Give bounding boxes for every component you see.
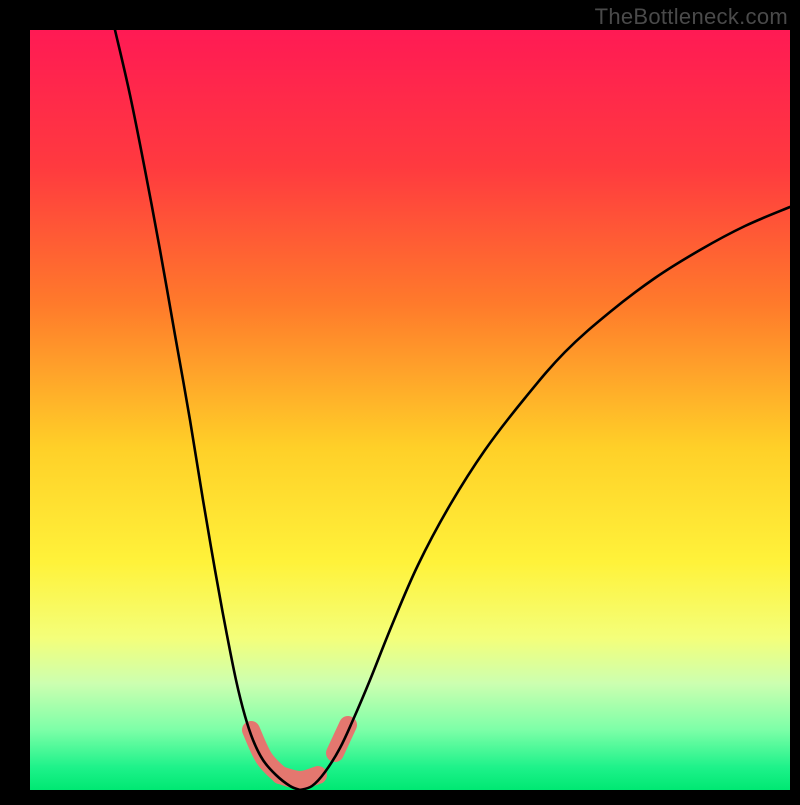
chart-plot-area: [30, 30, 790, 790]
highlight-segment-right: [335, 725, 348, 753]
bottleneck-chart: [0, 0, 800, 800]
watermark-text: TheBottleneck.com: [595, 4, 788, 30]
highlight-segment-bottom: [280, 775, 318, 780]
chart-frame: [0, 0, 800, 800]
